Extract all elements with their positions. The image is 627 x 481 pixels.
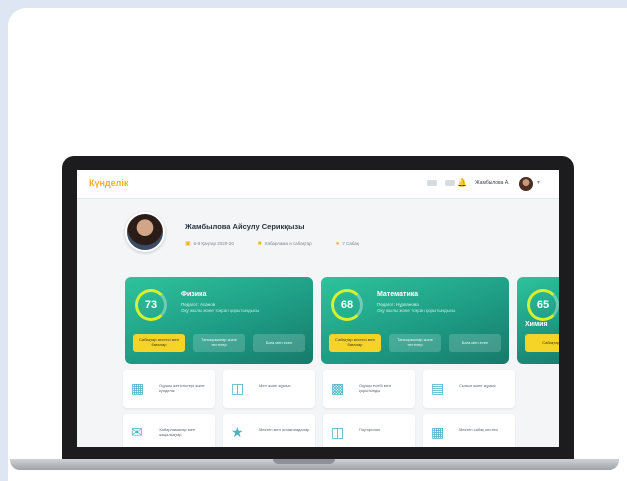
calendar-icon: ▦ [431,424,445,440]
course-description: Оқу жылы және тоқсан қорытындысы [181,308,260,313]
lang-indicator[interactable] [427,180,437,186]
grades-button[interactable]: Баға мен есеп [449,334,501,352]
table-icon: ▤ [431,380,445,396]
meta-lessons: ● 7 Сабақ [336,240,359,247]
progress-gauge: 68 [331,289,363,321]
course-actions: Сабақтар [525,334,559,352]
tile-schedule[interactable]: ▦ Мектеп сабақ кестесі [423,414,515,447]
tile-class[interactable]: ▤ Сынып және жұмыс [423,370,515,408]
book-icon: ● [335,240,340,247]
tile-portfolio[interactable]: ◫ Портфолио [323,414,415,447]
course-title: Математика [377,291,419,298]
schedule-button[interactable]: Сабақтар кестесі мен бағалар [329,334,381,352]
course-teacher: Педагог: Асанов [181,302,216,307]
tasks-button[interactable]: Тапсырмалар және тестілер [389,334,441,352]
grades-button[interactable]: Баға мен есеп [253,334,305,352]
tile-label: Оқушы жетістіктері және күнделік [159,383,205,393]
chevron-down-icon[interactable]: ▾ [537,179,540,186]
account-name[interactable]: Жамбылова А. [475,180,510,186]
tile-news[interactable]: ✉ Хабарламалар мен жаңалықтар [123,414,215,447]
profile-meta: ▣ 6-8 Қаңтар 2020-20 ■ Хабарлама и сабақ… [185,240,359,248]
tile-work[interactable]: ◫ Мен және жұмыс [223,370,315,408]
course-card-chemistry[interactable]: 65 Химия Сабақтар [517,277,559,364]
megaphone-icon: ✉ [131,424,143,440]
progress-gauge: 65 [527,289,559,321]
meta-date-text: 6-8 Қаңтар 2020-20 [193,241,234,246]
folder-icon: ◫ [331,424,345,440]
schedule-button[interactable]: Сабақтар кестесі мен бағалар [133,334,185,352]
bell-icon[interactable]: 🔔 [457,178,467,187]
trophy-icon: ★ [231,424,244,440]
tile-label: Мектеп мен олимпиадалар [259,427,310,432]
document-icon: ▦ [131,380,145,396]
app-logo[interactable]: Күнделік [89,178,128,188]
tile-label: Мектеп сабақ кестесі [459,427,499,432]
tile-reports[interactable]: ▩ Оқушы есебі мен қорытынды [323,370,415,408]
course-title: Физика [181,291,207,298]
course-card-math[interactable]: 68 Математика Педагог: Нұрланова Оқу жыл… [321,277,509,364]
schedule-button[interactable]: Сабақтар [525,334,559,352]
topbar-indicators [427,180,455,186]
course-actions: Сабақтар кестесі мен бағалар Тапсырмалар… [133,334,305,352]
course-description: Оқу жылы және тоқсан қорытындысы [377,308,456,313]
account-avatar[interactable] [519,177,533,191]
profile-avatar [125,212,165,252]
tile-label: Оқушы есебі мен қорытынды [359,383,391,393]
message-icon: ■ [257,240,262,247]
tile-label: Мен және жұмыс [259,383,291,388]
tile-label: Сынып және жұмыс [459,383,496,388]
course-title: Химия [525,321,548,328]
top-bar: Күнделік 🔔 Жамбылова А. ▾ [77,170,559,199]
meta-date: ▣ 6-8 Қаңтар 2020-20 [185,240,234,247]
tile-olympiads[interactable]: ★ Мектеп мен олимпиадалар [223,414,315,447]
laptop-notch [273,459,335,464]
search-document-icon: ◫ [231,380,245,396]
tile-label: Портфолио [359,427,381,432]
progress-gauge: 73 [135,289,167,321]
menu-indicator[interactable] [445,180,455,186]
meta-messages: ■ Хабарлама и сабақтар [258,240,312,247]
laptop-screen: Күнделік 🔔 Жамбылова А. ▾ Жамбылова Айсу… [77,170,559,447]
meta-lessons-text: 7 Сабақ [342,241,359,246]
tasks-button[interactable]: Тапсырмалар және тестілер [193,334,245,352]
meta-messages-text: Хабарлама и сабақтар [264,241,312,246]
course-card-physics[interactable]: 73 Физика Педагог: Асанов Оқу жылы және … [125,277,313,364]
course-teacher: Педагог: Нұрланова [377,302,419,307]
calendar-icon: ▣ [185,241,191,247]
course-actions: Сабақтар кестесі мен бағалар Тапсырмалар… [329,334,501,352]
tile-achievements[interactable]: ▦ Оқушы жетістіктері және күнделік [123,370,215,408]
chart-icon: ▩ [331,380,345,396]
tile-label: Хабарламалар мен жаңалықтар [159,427,196,437]
profile-name: Жамбылова Айсулу Серикқызы [185,222,305,231]
